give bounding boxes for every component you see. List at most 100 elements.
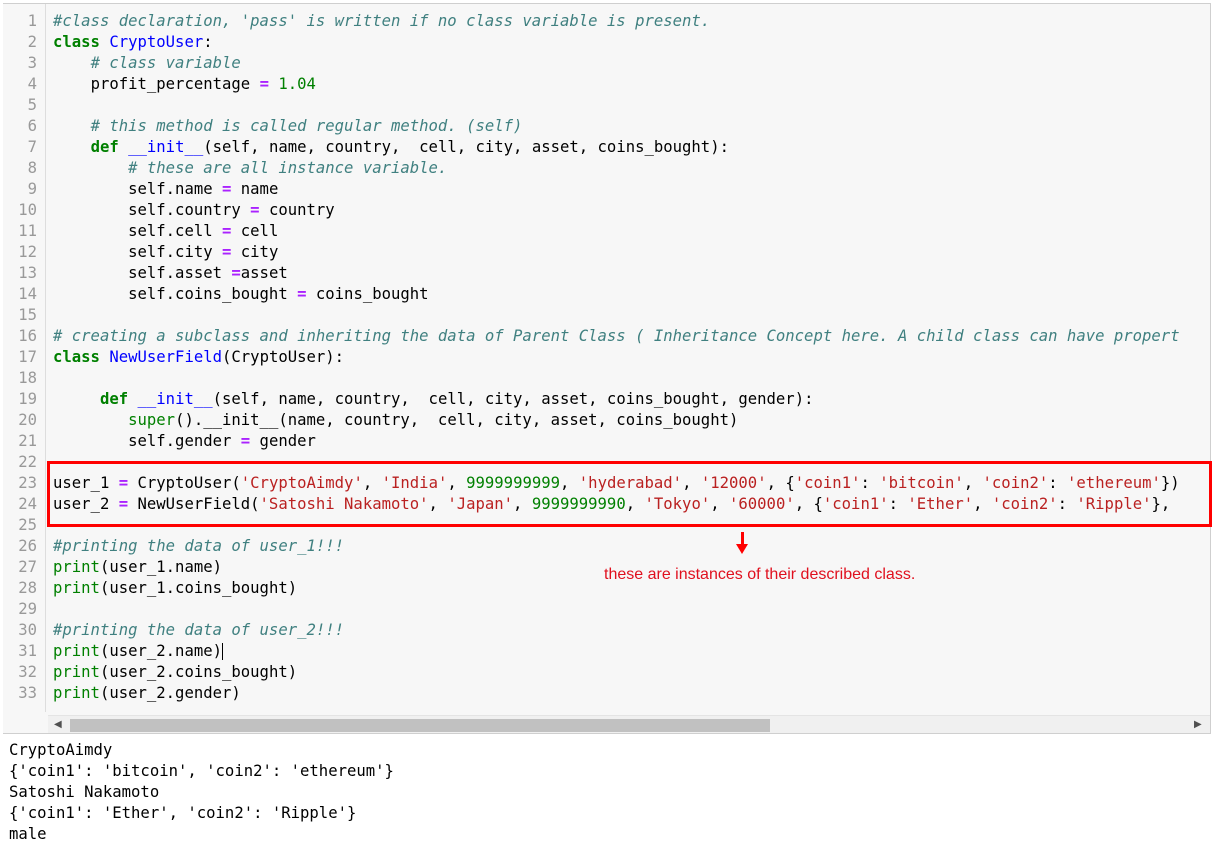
annotation-text: these are instances of their described c… <box>604 566 916 583</box>
code-line[interactable]: 29 <box>3 599 1210 620</box>
line-number: 3 <box>27 54 37 72</box>
code-text: cell <box>231 222 279 240</box>
operator: = <box>222 243 232 261</box>
line-number: 4 <box>27 75 37 93</box>
code-text: self.coins_bought <box>128 285 298 303</box>
code-line[interactable]: 20 super().__init__(name, country, cell,… <box>3 410 1210 431</box>
number-literal: 1.04 <box>268 75 316 93</box>
comment: #class declaration, 'pass' is written if… <box>53 12 711 30</box>
code-text: name <box>231 180 279 198</box>
class-name: CryptoUser <box>109 33 204 51</box>
line-number: 2 <box>27 33 37 51</box>
code-text: self.city <box>128 243 222 261</box>
code-line[interactable]: 1 #class declaration, 'pass' is written i… <box>3 11 1210 32</box>
line-number: 17 <box>18 348 37 366</box>
line-number: 19 <box>18 390 37 408</box>
horizontal-scrollbar[interactable]: ◀ ▶ <box>48 715 1210 733</box>
operator: = <box>222 180 232 198</box>
code-line[interactable]: 5 <box>3 95 1210 116</box>
code-line[interactable]: 30 #printing the data of user_2!!! <box>3 620 1210 641</box>
line-number: 6 <box>27 117 37 135</box>
comment: # creating a subclass and inheriting the… <box>53 327 1180 345</box>
line-number: 28 <box>18 579 37 597</box>
output-line: Satoshi Nakamoto <box>9 783 160 801</box>
builtin: print <box>53 579 100 597</box>
code-text: city <box>231 243 279 261</box>
builtin: print <box>53 558 100 576</box>
code-line[interactable]: 6 # this method is called regular method… <box>3 116 1210 137</box>
code-line[interactable]: 26 #printing the data of user_1!!! <box>3 536 1210 557</box>
operator: = <box>297 285 307 303</box>
output-line: {'coin1': 'Ether', 'coin2': 'Ripple'} <box>9 804 357 822</box>
highlight-box <box>47 461 1212 527</box>
line-number: 8 <box>27 159 37 177</box>
code-line[interactable]: 4 profit_percentage = 1.04 <box>3 74 1210 95</box>
code-line[interactable]: 12 self.city = city <box>3 242 1210 263</box>
code-line[interactable]: 13 self.asset =asset <box>3 263 1210 284</box>
class-name: NewUserField <box>109 348 223 366</box>
line-number: 26 <box>18 537 37 555</box>
line-number: 33 <box>18 684 37 702</box>
line-number: 1 <box>27 12 37 30</box>
line-number: 22 <box>18 453 37 471</box>
code-line[interactable]: 2 class CryptoUser: <box>3 32 1210 53</box>
line-number: 7 <box>27 138 37 156</box>
code-line[interactable]: 14 self.coins_bought = coins_bought <box>3 284 1210 305</box>
line-number: 32 <box>18 663 37 681</box>
code-text: (self, name, country, cell, city, asset,… <box>203 138 729 156</box>
line-number: 30 <box>18 621 37 639</box>
code-line[interactable]: 3 # class variable <box>3 53 1210 74</box>
operator: = <box>240 432 251 450</box>
line-number: 20 <box>18 411 37 429</box>
code-line[interactable]: 33 print(user_2.gender) <box>3 683 1210 704</box>
line-number: 10 <box>18 201 37 219</box>
code-text: country <box>259 201 335 219</box>
builtin: print <box>53 684 100 702</box>
comment: # this method is called regular method. … <box>90 117 523 135</box>
scroll-left-arrow-icon[interactable]: ◀ <box>54 719 62 730</box>
scrollbar-thumb[interactable] <box>70 719 770 732</box>
line-number: 27 <box>18 558 37 576</box>
line-number: 31 <box>18 642 37 660</box>
code-line[interactable]: 16 # creating a subclass and inheriting t… <box>3 326 1210 347</box>
code-text: (user_2.coins_bought) <box>99 663 298 681</box>
code-line[interactable]: 19 def __init__(self, name, country, cel… <box>3 389 1210 410</box>
keyword: def <box>90 138 119 156</box>
code-text: self.name <box>128 180 222 198</box>
code-text: (user_1.coins_bought) <box>99 579 298 597</box>
line-number: 13 <box>18 264 37 282</box>
keyword: class <box>53 33 100 51</box>
operator: = <box>250 201 260 219</box>
scroll-right-arrow-icon[interactable]: ▶ <box>1194 719 1202 730</box>
arrow-head-icon <box>736 544 748 554</box>
code-line[interactable]: 9 self.name = name <box>3 179 1210 200</box>
comment: # these are all instance variable. <box>128 159 448 177</box>
code-line[interactable]: 11 self.cell = cell <box>3 221 1210 242</box>
operator: = <box>222 222 232 240</box>
code-cell-editor[interactable]: 1 #class declaration, 'pass' is written i… <box>3 3 1211 734</box>
code-line[interactable]: 15 <box>3 305 1210 326</box>
code-line[interactable]: 17 class NewUserField(CryptoUser): <box>3 347 1210 368</box>
line-number: 12 <box>18 243 37 261</box>
output-line: CryptoAimdy <box>9 741 113 759</box>
code-text: (self, name, country, cell, city, asset,… <box>212 390 814 408</box>
code-line[interactable]: 10 self.country = country <box>3 200 1210 221</box>
keyword: def <box>99 390 129 408</box>
line-number: 9 <box>27 180 37 198</box>
code-line[interactable]: 31 print(user_2.name) <box>3 641 1210 662</box>
code-lines[interactable]: 1 #class declaration, 'pass' is written i… <box>3 11 1210 704</box>
code-line[interactable]: 7 def __init__(self, name, country, cell… <box>3 137 1210 158</box>
code-text: (user_2.gender) <box>99 684 241 702</box>
function-name: __init__ <box>137 390 213 408</box>
code-text: self.country <box>128 201 251 219</box>
code-line[interactable]: 8 # these are all instance variable. <box>3 158 1210 179</box>
code-line[interactable]: 32 print(user_2.coins_bought) <box>3 662 1210 683</box>
comment: # class variable <box>90 54 241 72</box>
code-line[interactable]: 21 self.gender = gender <box>3 431 1210 452</box>
code-text: : <box>203 33 213 51</box>
line-number: 5 <box>27 96 37 114</box>
code-line[interactable]: 18 <box>3 368 1210 389</box>
line-number: 18 <box>18 369 37 387</box>
line-number: 16 <box>18 327 37 345</box>
line-number: 23 <box>18 474 37 492</box>
